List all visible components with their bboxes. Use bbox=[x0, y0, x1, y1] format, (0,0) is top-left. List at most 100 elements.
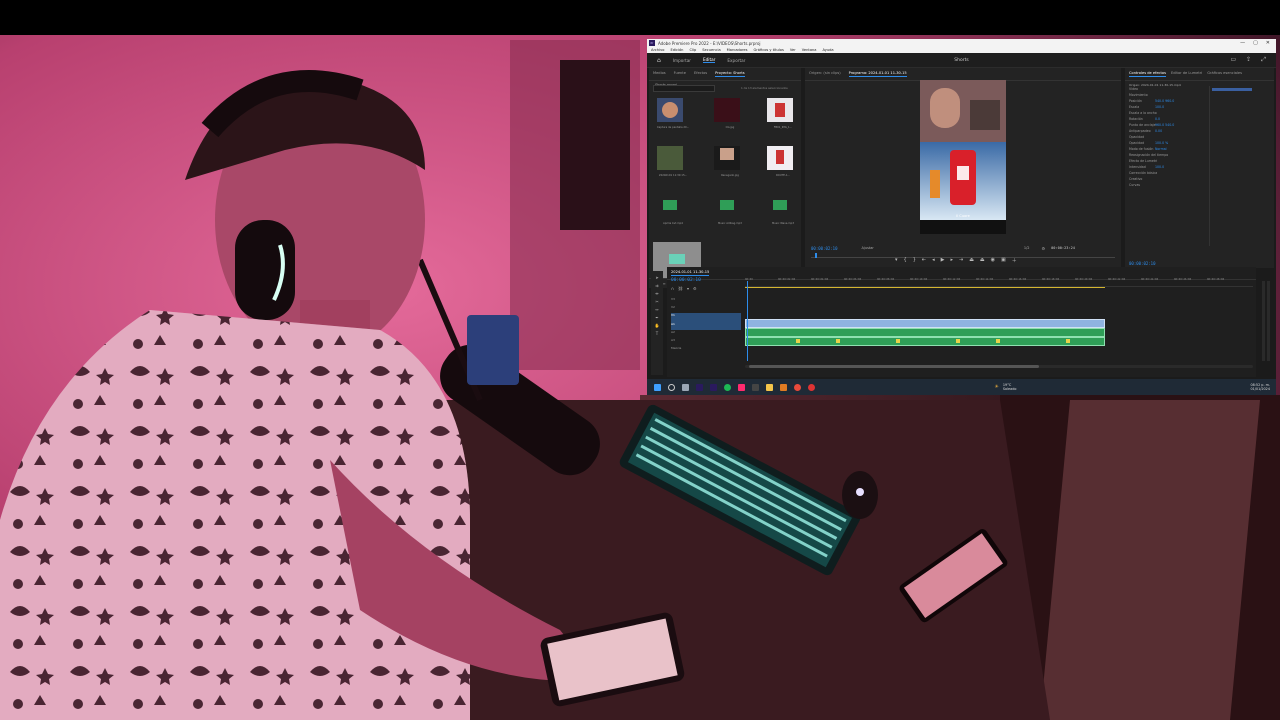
chrome-icon[interactable] bbox=[794, 383, 801, 391]
track-header[interactable]: V1 bbox=[671, 313, 741, 322]
effect-keyframe-area[interactable] bbox=[1209, 86, 1270, 246]
timeline-playhead[interactable] bbox=[747, 281, 748, 361]
track-header[interactable]: V3 bbox=[671, 297, 741, 305]
go-to-in-icon[interactable]: ⇤ bbox=[922, 257, 926, 264]
audio-clip[interactable] bbox=[745, 337, 1105, 346]
timeline-scroll-thumb[interactable] bbox=[749, 365, 1039, 368]
app-icon[interactable] bbox=[808, 383, 815, 391]
menu-ventana[interactable]: Ventana bbox=[802, 48, 817, 52]
add-marker-timeline-icon[interactable]: ▾ bbox=[687, 286, 689, 291]
tab-proyecto[interactable]: Proyecto: Shorts bbox=[715, 71, 745, 77]
hand-tool-icon[interactable]: ✋ bbox=[655, 323, 660, 328]
mark-out-icon[interactable]: } bbox=[913, 257, 916, 264]
file-explorer-icon[interactable] bbox=[766, 383, 773, 391]
selection-tool-icon[interactable]: ➤ bbox=[655, 275, 658, 280]
task-view-icon[interactable] bbox=[682, 383, 689, 391]
timeline-tracks[interactable]: 2024-01-01 11-30-15.mp4 [V] bbox=[745, 297, 1253, 357]
project-item[interactable]: ROUTE-1... bbox=[767, 146, 793, 177]
minimize-button[interactable]: — bbox=[1240, 40, 1245, 46]
play-icon[interactable]: ▶ bbox=[941, 257, 945, 264]
project-item[interactable]: Captura de pantalla 20... bbox=[657, 98, 689, 129]
tiktok-icon[interactable] bbox=[738, 383, 745, 391]
tab-editar[interactable]: Editar bbox=[703, 57, 716, 63]
video-clip[interactable]: 2024-01-01 11-30-15.mp4 [V] bbox=[745, 319, 1105, 336]
app-icon[interactable] bbox=[780, 383, 787, 391]
taskbar-clock[interactable]: 08:52 p. m. 01/01/2024 bbox=[1250, 383, 1270, 391]
type-tool-icon[interactable]: T bbox=[656, 331, 658, 336]
linked-selection-icon[interactable]: ⛓ bbox=[678, 286, 683, 291]
quick-export-icon[interactable]: ⇪ bbox=[1246, 56, 1251, 64]
home-icon[interactable]: ⌂ bbox=[657, 57, 661, 64]
track-header[interactable]: A1 bbox=[671, 322, 741, 330]
time-ruler[interactable]: 00:00 00:00:02:00 00:00:04:00 00:00:06:0… bbox=[745, 278, 1253, 287]
maximize-button[interactable]: ▢ bbox=[1253, 40, 1258, 46]
step-forward-icon[interactable]: ▸ bbox=[950, 257, 953, 264]
comparison-icon[interactable]: ▣ bbox=[1001, 257, 1006, 264]
wrench-icon[interactable]: ⚙ bbox=[1042, 246, 1046, 251]
fit-dropdown[interactable]: Ajustar bbox=[862, 246, 874, 250]
mark-in-icon[interactable]: { bbox=[904, 257, 907, 264]
track-header[interactable]: A2 bbox=[671, 330, 741, 338]
add-marker-icon[interactable]: ▾ bbox=[895, 257, 898, 264]
close-button[interactable]: ✕ bbox=[1266, 40, 1270, 46]
ripple-edit-icon[interactable]: ⇹ bbox=[655, 291, 658, 296]
track-header[interactable]: V2 bbox=[671, 305, 741, 313]
search-icon[interactable] bbox=[668, 383, 675, 391]
wrench-timeline-icon[interactable]: ⚙ bbox=[693, 286, 697, 291]
menu-edicion[interactable]: Edición bbox=[670, 48, 683, 52]
menu-ayuda[interactable]: Ayuda bbox=[823, 48, 834, 52]
add-button-icon[interactable]: ＋ bbox=[1012, 257, 1017, 264]
windows-start-icon[interactable] bbox=[654, 383, 661, 391]
app-icon[interactable] bbox=[752, 383, 759, 391]
menu-ver[interactable]: Ver bbox=[790, 48, 796, 52]
tab-lumetri-editor[interactable]: Editor de Lumetri bbox=[1171, 71, 1202, 77]
menu-clip[interactable]: Clip bbox=[689, 48, 696, 52]
menu-archivo[interactable]: Archivo bbox=[651, 48, 664, 52]
quality-dropdown[interactable]: 1/2 bbox=[1024, 246, 1030, 250]
audio-clip[interactable] bbox=[745, 328, 1105, 337]
tab-fuente[interactable]: Fuente bbox=[674, 71, 686, 77]
step-back-icon[interactable]: ◂ bbox=[932, 257, 935, 264]
track-header[interactable]: Mezcla bbox=[671, 346, 741, 354]
work-area-bar[interactable] bbox=[745, 287, 1105, 288]
lift-icon[interactable]: ⏏ bbox=[969, 257, 974, 264]
timeline-scrollbar[interactable] bbox=[745, 365, 1253, 368]
premiere-taskbar-icon-2[interactable] bbox=[710, 383, 717, 391]
tab-program-monitor[interactable]: Programa: 2024-01-01 11-30-15 bbox=[848, 71, 907, 77]
project-item[interactable]: Renegado.jpg bbox=[714, 146, 740, 177]
weather-widget[interactable]: 19°C Soleado bbox=[1003, 383, 1017, 391]
project-search[interactable] bbox=[653, 85, 715, 92]
razor-tool-icon[interactable]: ✂ bbox=[655, 299, 658, 304]
menu-secuencia[interactable]: Secuencia bbox=[702, 48, 720, 52]
menu-graficos[interactable]: Gráficos y títulos bbox=[754, 48, 784, 52]
track-select-icon[interactable]: ⇉ bbox=[655, 283, 658, 288]
premiere-window[interactable]: Pr Adobe Premiere Pro 2022 - E:\VIDEOS\S… bbox=[647, 39, 1276, 395]
snap-icon[interactable]: ∩ bbox=[671, 286, 674, 291]
project-item[interactable]: Music Aldbag.mp3 bbox=[714, 194, 742, 225]
monitor-playhead[interactable] bbox=[815, 253, 817, 258]
pen-tool-icon[interactable]: ✒ bbox=[655, 315, 658, 320]
premiere-taskbar-icon[interactable] bbox=[696, 383, 703, 391]
project-item[interactable]: CG.jpg bbox=[714, 98, 740, 129]
menu-marcadores[interactable]: Marcadores bbox=[727, 48, 748, 52]
effect-timecode[interactable]: 00:00:02:10 bbox=[1129, 261, 1156, 266]
program-preview[interactable]: Il Cuore bbox=[920, 80, 1006, 234]
track-header[interactable]: A3 bbox=[671, 338, 741, 346]
fullscreen-icon[interactable]: ⤢ bbox=[1261, 56, 1266, 64]
timeline-timecode[interactable]: 00:00:02:10 bbox=[671, 278, 701, 283]
go-to-out-icon[interactable]: ⇥ bbox=[959, 257, 963, 264]
project-item[interactable]: Aprilia bvt.mp4 bbox=[657, 194, 683, 225]
slip-tool-icon[interactable]: ↔ bbox=[655, 307, 658, 312]
tab-effect-controls[interactable]: Controles de efectos bbox=[1129, 71, 1166, 77]
project-item[interactable]: 20240101 11:30:15... bbox=[657, 146, 687, 177]
tab-sequence[interactable]: 2024-01-01 11-30-15 bbox=[671, 270, 710, 276]
tab-importar[interactable]: Importar bbox=[673, 58, 691, 63]
workspaces-icon[interactable]: ▭ bbox=[1230, 56, 1236, 64]
project-item[interactable]: Music Wave.mp3 bbox=[767, 194, 794, 225]
tab-source-monitor[interactable]: Origen: (sin clips) bbox=[809, 71, 841, 77]
tab-exportar[interactable]: Exportar bbox=[727, 58, 745, 63]
tab-efectos[interactable]: Efectos bbox=[694, 71, 707, 77]
weather-icon[interactable]: ☀ bbox=[994, 384, 998, 390]
tab-essential-graphics[interactable]: Gráficos esenciales bbox=[1207, 71, 1242, 77]
tab-medios[interactable]: Medios bbox=[653, 71, 666, 77]
